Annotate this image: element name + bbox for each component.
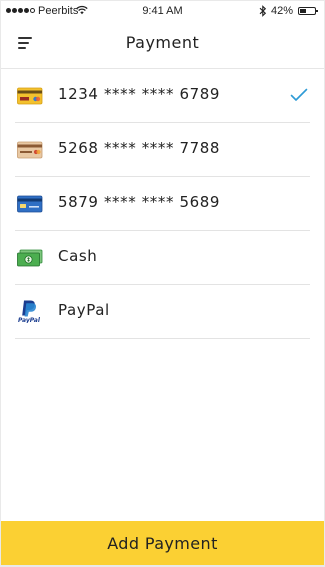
payment-method-label: PayPal bbox=[58, 301, 110, 319]
status-bar: Peerbits 9:41 AM 42% bbox=[1, 1, 324, 23]
add-payment-button[interactable]: Add Payment bbox=[1, 521, 324, 565]
payment-item-paypal[interactable]: PayPal PayPal bbox=[15, 285, 310, 339]
card-yellow-icon bbox=[17, 87, 43, 109]
payment-item-card-5689[interactable]: 5879 **** **** 5689 bbox=[15, 177, 310, 231]
card-blue-icon bbox=[17, 195, 43, 217]
payment-method-label: 5268 **** **** 7788 bbox=[58, 139, 221, 157]
battery-percent: 42% bbox=[271, 5, 294, 17]
payment-method-list: 1234 **** **** 6789 5268 **** **** 7788 bbox=[15, 69, 310, 339]
payment-method-label: Cash bbox=[58, 247, 98, 265]
card-tan-icon bbox=[17, 141, 43, 163]
battery-icon bbox=[298, 7, 318, 15]
paypal-icon: PayPal bbox=[17, 299, 43, 327]
payment-item-cash[interactable]: Cash bbox=[15, 231, 310, 285]
bluetooth-icon bbox=[259, 5, 267, 20]
page-title: Payment bbox=[125, 33, 200, 52]
svg-text:PayPal: PayPal bbox=[18, 317, 41, 323]
payment-screen: Peerbits 9:41 AM 42% Payment 1234 **** *… bbox=[1, 1, 324, 565]
payment-item-card-7788[interactable]: 5268 **** **** 7788 bbox=[15, 123, 310, 177]
cash-icon bbox=[17, 249, 43, 271]
checkmark-icon bbox=[290, 87, 308, 106]
navigation-bar: Payment bbox=[1, 23, 324, 69]
payment-method-label: 1234 **** **** 6789 bbox=[58, 85, 221, 103]
payment-method-label: 5879 **** **** 5689 bbox=[58, 193, 221, 211]
payment-item-card-6789[interactable]: 1234 **** **** 6789 bbox=[15, 69, 310, 123]
